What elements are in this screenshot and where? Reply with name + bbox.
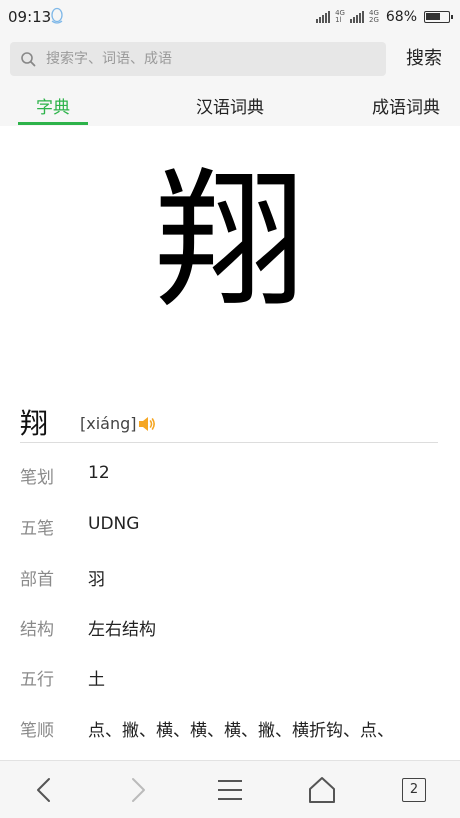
structure-label: 结构 [20,620,54,640]
header-divider [20,442,438,443]
tabs-count-button[interactable]: 2 [402,778,426,802]
structure-value: 左右结构 [88,620,156,640]
stroke-count-label: 笔划 [20,468,54,488]
stroke-order-value: 点、撇、横、横、横、撇、横折钩、点、 [88,721,394,741]
battery-icon [424,11,453,23]
dictionary-tabs: 字典 汉语词典 成语词典 [0,82,460,126]
search-bar: 搜索 [0,34,460,82]
status-time: 09:13 [8,8,52,26]
search-button[interactable]: 搜索 [406,44,442,70]
speaker-icon[interactable] [137,414,157,434]
home-icon[interactable] [305,773,339,807]
status-right: 4G 1l 4G 2G 68% [316,7,453,27]
search-input[interactable] [46,42,376,76]
back-icon[interactable] [28,773,62,807]
wifi-signal-icon [316,11,331,23]
wubi-label: 五笔 [20,519,54,539]
battery-percent: 68% [385,9,417,25]
cell-signal-icon [349,11,364,23]
stroke-count-value: 12 [88,463,110,483]
wubi-value: UDNG [88,514,140,534]
tab-idiom-dictionary[interactable]: 成语词典 [372,93,440,118]
pinyin-label: [xiáng] [80,414,137,433]
active-tab-indicator [18,122,88,125]
five-elements-value: 土 [88,670,105,690]
tab-character-dictionary[interactable]: 字典 [36,93,70,118]
battery-fill [426,13,440,20]
qq-notification-icon [51,7,63,24]
search-icon [21,52,36,67]
forward-icon[interactable] [120,773,154,807]
menu-icon[interactable] [213,773,247,807]
status-bar: 09:13 4G 1l 4G 2G 68% [0,0,460,34]
stroke-order-label: 笔顺 [20,721,54,741]
bottom-navigation: 2 [0,760,460,818]
network-type-label-2: 4G 2G [368,9,379,24]
network-type-label: 4G 1l [335,9,345,24]
large-character-display: 翔 [154,155,305,329]
radical-label: 部首 [20,570,54,590]
tab-chinese-dictionary[interactable]: 汉语词典 [196,93,264,118]
five-elements-label: 五行 [20,670,54,690]
entry-character: 翔 [20,407,49,440]
search-box[interactable] [10,42,386,76]
radical-value: 羽 [88,570,105,590]
